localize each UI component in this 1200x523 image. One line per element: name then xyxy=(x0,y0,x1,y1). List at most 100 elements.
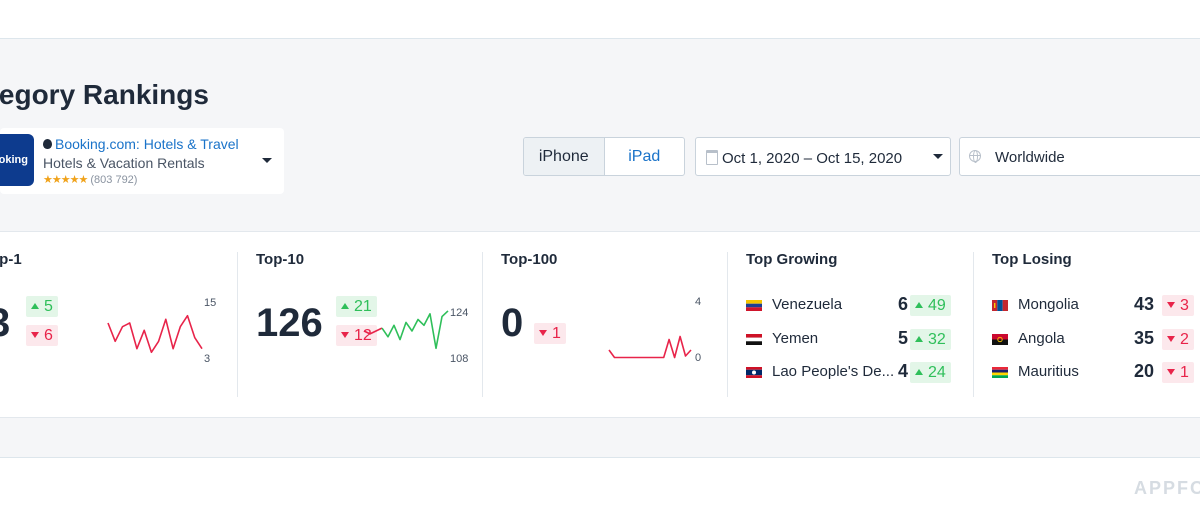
arrow-down-icon xyxy=(1167,302,1175,308)
page-title: ategory Rankings xyxy=(0,79,209,110)
arrow-down-icon xyxy=(539,330,547,336)
chevron-down-icon[interactable] xyxy=(262,158,272,163)
top10-axis-min: 108 xyxy=(450,353,469,365)
losing-row[interactable]: Mauritius 20 1 xyxy=(992,361,1200,385)
country-name: Yemen xyxy=(772,330,819,347)
top100-value: 0 xyxy=(501,301,524,345)
device-iphone-button[interactable]: iPhone xyxy=(524,138,605,175)
rank-change-badge: 32 xyxy=(910,329,951,350)
rank-change-badge: 2 xyxy=(1162,329,1194,350)
arrow-down-icon xyxy=(1167,336,1175,342)
watermark: APPFO xyxy=(1134,478,1200,498)
yemen-flag-icon xyxy=(746,334,762,345)
card-divider xyxy=(237,252,238,397)
summary-cards: op-1 3 5 6 15 3 Top-10 126 21 12 124 108… xyxy=(0,231,1200,418)
arrow-down-icon xyxy=(1167,369,1175,375)
mongolia-flag-icon xyxy=(992,300,1008,311)
chevron-down-icon xyxy=(933,154,943,159)
top10-axis-max: 124 xyxy=(450,307,469,319)
country-rank: 4 xyxy=(897,361,908,381)
app-selector[interactable]: oking Booking.com: Hotels & Travel Hotel… xyxy=(0,128,284,194)
arrow-up-icon xyxy=(915,336,923,342)
top100-sparkline xyxy=(608,335,692,359)
top-growing-card: Top Growing Venezuela 6 49 Yemen 5 32 La… xyxy=(746,232,971,417)
country-rank: 43 xyxy=(1133,294,1154,314)
top1-axis-min: 3 xyxy=(204,353,211,365)
rank-change-value: 2 xyxy=(1180,331,1189,348)
country-name: Venezuela xyxy=(772,296,843,313)
top1-title: op-1 xyxy=(0,251,22,268)
country-rank: 35 xyxy=(1133,328,1154,348)
card-divider xyxy=(973,252,974,397)
sparkline-series-down xyxy=(363,327,383,335)
top10-title: Top-10 xyxy=(256,251,305,268)
region-value: Worldwide xyxy=(995,149,1065,166)
rank-change-badge: 24 xyxy=(910,362,951,383)
apple-icon xyxy=(43,139,52,149)
losing-row[interactable]: Angola 35 2 xyxy=(992,328,1200,352)
top1-card: op-1 3 5 6 15 3 xyxy=(0,232,236,417)
rank-change-value: 1 xyxy=(1180,364,1189,381)
losing-row[interactable]: Mongolia 43 3 xyxy=(992,294,1200,318)
app-rating: ★★★★★ (803 792) xyxy=(43,173,137,186)
rank-change-badge: 1 xyxy=(1162,362,1194,383)
date-range-picker[interactable]: Oct 1, 2020 – Oct 15, 2020 xyxy=(695,137,951,176)
country-name: Angola xyxy=(1018,330,1065,347)
region-selector[interactable]: Worldwide xyxy=(959,137,1200,176)
top1-up-value: 5 xyxy=(44,298,53,315)
rank-change-value: 49 xyxy=(928,297,946,314)
country-rank: 20 xyxy=(1133,361,1154,381)
arrow-down-icon xyxy=(341,332,349,338)
arrow-up-icon xyxy=(915,369,923,375)
arrow-down-icon xyxy=(31,332,39,338)
top-losing-title: Top Losing xyxy=(992,251,1072,268)
top1-down-badge: 6 xyxy=(26,325,58,346)
sparkline-series-up xyxy=(381,310,449,350)
growing-row[interactable]: Venezuela 6 49 xyxy=(746,294,961,318)
sparkline-series xyxy=(107,314,203,354)
top1-down-value: 6 xyxy=(44,327,53,344)
growing-row[interactable]: Lao People's De... 4 24 xyxy=(746,361,961,385)
rank-change-value: 3 xyxy=(1180,297,1189,314)
top-growing-title: Top Growing xyxy=(746,251,838,268)
star-rating-icon: ★★★★★ xyxy=(43,174,88,186)
app-icon: oking xyxy=(0,134,34,186)
venezuela-flag-icon xyxy=(746,300,762,311)
app-subtitle: Hotels & Vacation Rentals xyxy=(43,155,205,171)
top1-axis-max: 15 xyxy=(204,297,217,309)
rank-change-badge: 3 xyxy=(1162,295,1194,316)
top100-axis-max: 4 xyxy=(695,296,702,308)
top1-up-badge: 5 xyxy=(26,296,58,317)
rank-change-value: 24 xyxy=(928,364,946,381)
top1-sparkline xyxy=(107,314,203,354)
top10-card: Top-10 126 21 12 124 108 xyxy=(256,232,481,417)
rank-change-badge: 49 xyxy=(910,295,951,316)
app-name-link[interactable]: Booking.com: Hotels & Travel xyxy=(43,136,239,152)
arrow-up-icon xyxy=(915,302,923,308)
sparkline-series xyxy=(608,335,692,359)
top100-axis-min: 0 xyxy=(695,352,702,364)
device-toggle: iPhone iPad xyxy=(523,137,685,176)
top100-card: Top-100 0 1 4 0 xyxy=(501,232,726,417)
country-name: Mongolia xyxy=(1018,296,1079,313)
arrow-up-icon xyxy=(341,303,349,309)
arrow-up-icon xyxy=(31,303,39,309)
top10-value: 126 xyxy=(256,301,323,345)
growing-row[interactable]: Yemen 5 32 xyxy=(746,328,961,352)
device-ipad-button[interactable]: iPad xyxy=(605,138,685,175)
app-name: Booking.com: Hotels & Travel xyxy=(55,136,239,152)
angola-flag-icon xyxy=(992,334,1008,345)
top100-down-value: 1 xyxy=(552,325,561,342)
country-name: Lao People's De... xyxy=(772,363,895,380)
laos-flag-icon xyxy=(746,367,762,378)
rank-change-value: 32 xyxy=(928,331,946,348)
country-name: Mauritius xyxy=(1018,363,1079,380)
country-rank: 6 xyxy=(897,294,908,314)
card-divider xyxy=(482,252,483,397)
card-divider xyxy=(727,252,728,397)
top-losing-card: Top Losing Mongolia 43 3 Angola 35 2 Mau… xyxy=(992,232,1200,417)
country-rank: 5 xyxy=(897,328,908,348)
top100-down-badge: 1 xyxy=(534,323,566,344)
rating-count: (803 792) xyxy=(90,174,138,186)
mauritius-flag-icon xyxy=(992,367,1008,378)
